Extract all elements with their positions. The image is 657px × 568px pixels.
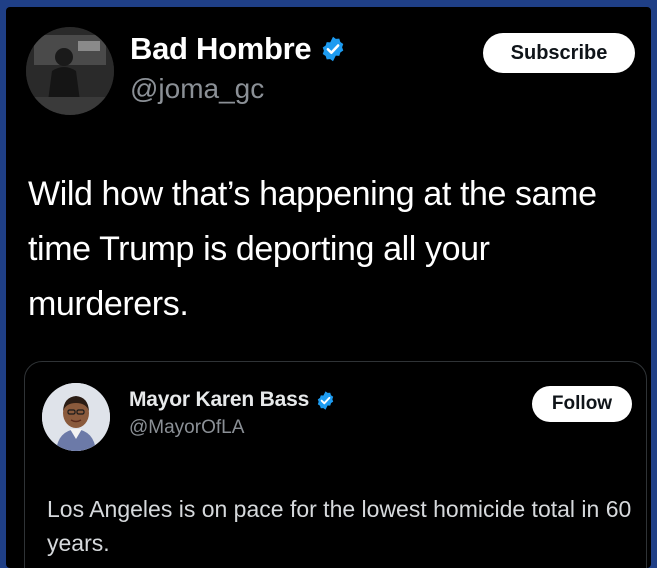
avatar-photo-icon — [26, 27, 114, 115]
author-handle[interactable]: @joma_gc — [130, 73, 347, 105]
tweet-text: Wild how that’s happening at the same ti… — [28, 175, 597, 323]
verified-badge-icon — [319, 35, 347, 63]
quoted-author-display-name[interactable]: Mayor Karen Bass — [129, 388, 309, 412]
author-info: Bad Hombre @joma_gc — [130, 31, 347, 105]
follow-button[interactable]: Follow — [532, 386, 632, 422]
quoted-author-handle[interactable]: @MayorOfLA — [129, 417, 336, 439]
author-display-name[interactable]: Bad Hombre — [130, 31, 312, 67]
author-avatar[interactable] — [26, 27, 114, 115]
subscribe-button[interactable]: Subscribe — [483, 33, 635, 73]
quoted-author-info: Mayor Karen Bass @MayorOfLA — [129, 388, 336, 439]
quoted-tweet-card[interactable]: Mayor Karen Bass @MayorOfLA Follow Los A… — [24, 361, 647, 568]
avatar-photo-icon — [42, 383, 110, 451]
quoted-display-name-row: Mayor Karen Bass — [129, 388, 336, 412]
quoted-tweet-text: Los Angeles is on pace for the lowest ho… — [47, 496, 632, 556]
verified-badge-icon — [315, 390, 336, 411]
tweet-header: Bad Hombre @joma_gc Subscribe — [26, 25, 637, 117]
quoted-author-avatar[interactable] — [42, 383, 110, 451]
display-name-row: Bad Hombre — [130, 31, 347, 67]
screenshot-frame: Bad Hombre @joma_gc Subscribe Wild how t… — [6, 7, 651, 568]
